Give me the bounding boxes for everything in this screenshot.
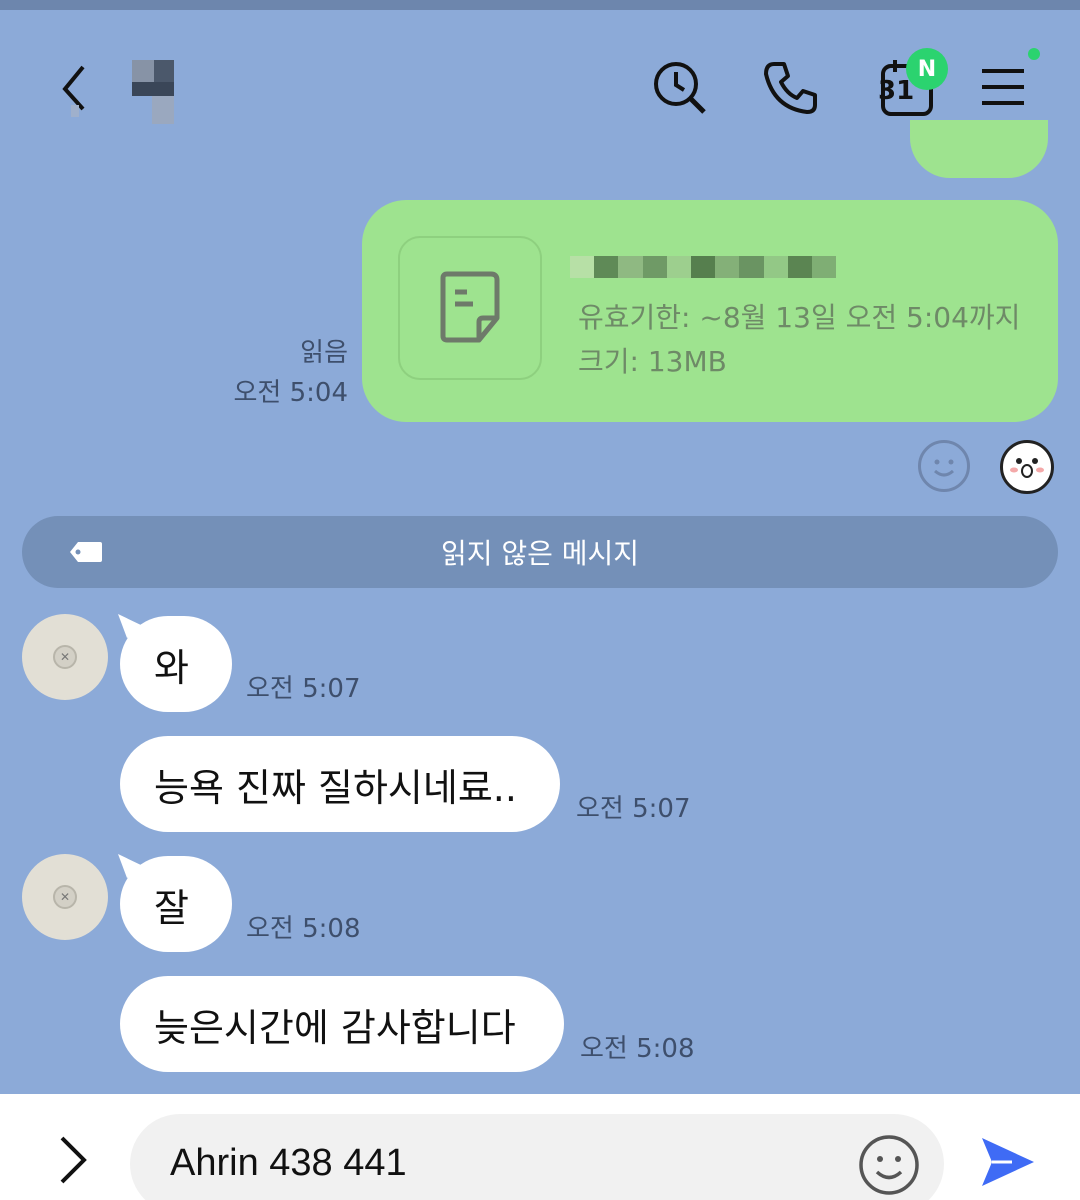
file-message-bubble[interactable]: 유효기한: ~8월 13일 오전 5:04까지 크기: 13MB: [362, 200, 1058, 422]
hamburger-menu-icon: [982, 69, 1024, 105]
tag-icon: [70, 542, 102, 562]
message-bubble[interactable]: 늦은시간에 감사합니다: [120, 976, 564, 1072]
file-meta: 유효기한: ~8월 13일 오전 5:04까지 크기: 13MB: [578, 296, 1020, 384]
message-bubble[interactable]: 능욕 진짜 질하시네료..: [120, 736, 560, 832]
message-time: 오전 5:08: [246, 914, 361, 944]
message-input-text[interactable]: Ahrin 438 441: [170, 1142, 407, 1185]
chevron-left-icon: [62, 65, 85, 117]
status-strip: [0, 0, 1080, 10]
button-icon: ✕: [53, 645, 77, 669]
reaction-button[interactable]: [918, 440, 970, 492]
menu-button[interactable]: [972, 56, 1034, 118]
phone-icon: [764, 62, 817, 114]
sender-avatar[interactable]: ✕: [22, 854, 108, 940]
sticker-shortcut-button[interactable]: [1000, 440, 1054, 494]
clock-search-icon: [654, 62, 706, 114]
back-button[interactable]: [48, 52, 98, 122]
search-button[interactable]: [648, 56, 712, 120]
message-text: 능욕 진짜 질하시네료..: [154, 765, 517, 810]
message-input[interactable]: Ahrin 438 441: [130, 1114, 944, 1200]
message-input-bar: Ahrin 438 441: [0, 1094, 1080, 1200]
notification-dot: [1028, 48, 1040, 60]
message-text: 늦은시간에 감사합니다: [154, 1005, 516, 1050]
document-icon: [440, 271, 500, 343]
previous-message-bubble[interactable]: [910, 120, 1048, 178]
chevron-right-icon: [60, 1136, 87, 1184]
send-icon: [982, 1138, 1034, 1186]
unread-label: 읽지 않은 메시지: [440, 537, 640, 570]
message-bubble[interactable]: 잘: [120, 856, 232, 952]
new-badge: N: [906, 48, 948, 90]
message-time: 오전 5:04: [233, 378, 349, 408]
read-status: 읽음: [300, 338, 348, 368]
file-name-redacted: [570, 256, 837, 278]
sender-avatar[interactable]: ✕: [22, 614, 108, 700]
sticker-face-icon: [1010, 458, 1044, 478]
button-icon: ✕: [53, 885, 77, 909]
message-text: 와: [154, 645, 189, 690]
message-time: 오전 5:08: [580, 1034, 695, 1064]
send-button[interactable]: [978, 1134, 1038, 1190]
emoji-button[interactable]: [858, 1134, 920, 1196]
message-time: 오전 5:07: [246, 674, 361, 704]
file-size: 크기: 13MB: [578, 345, 727, 378]
expand-button[interactable]: [50, 1134, 100, 1184]
smiley-icon: [859, 1135, 919, 1195]
file-thumbnail[interactable]: [398, 236, 542, 380]
chat-room-avatar[interactable]: [128, 56, 180, 126]
message-time: 오전 5:07: [576, 794, 691, 824]
call-button[interactable]: [758, 56, 822, 120]
unread-divider: 읽지 않은 메시지: [22, 516, 1058, 588]
message-text: 잘: [154, 885, 189, 930]
smiley-icon: [934, 459, 954, 477]
file-expiry: 유효기한: ~8월 13일 오전 5:04까지: [578, 301, 1021, 334]
message-bubble[interactable]: 와: [120, 616, 232, 712]
